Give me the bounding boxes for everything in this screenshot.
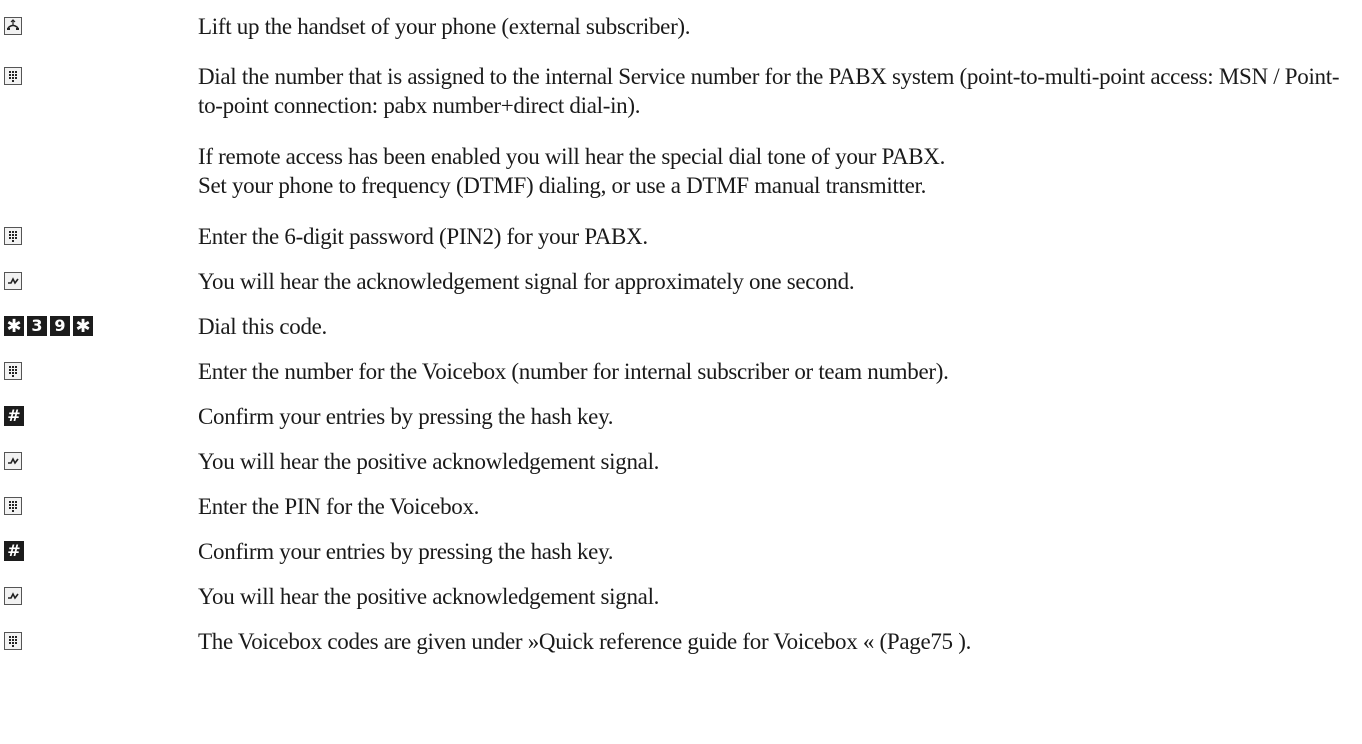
star-key-icon: ✱ [4,316,24,337]
step-icon-cell [4,222,22,250]
keypad-icon [4,362,22,380]
step-text-line: If remote access has been enabled you wi… [198,144,946,169]
step-text: The Voicebox codes are given under »Quic… [198,629,972,654]
code-keys: ✱ 3 9 ✱ [4,312,93,340]
acknowledgement-signal-icon [4,452,22,470]
acknowledgement-signal-icon [4,272,22,290]
step-text: You will hear the acknowledgement signal… [198,269,855,294]
step-icon-cell [4,267,22,295]
step-text: You will hear the positive acknowledgeme… [198,449,660,474]
step-text: Dial the number that is assigned to the … [198,64,1340,118]
step-icon-cell: # [4,537,24,565]
keypad-icon [4,632,22,650]
step-icon-cell [4,582,22,610]
handset-icon [4,17,22,35]
step-icon-cell [4,447,22,475]
step-icon-cell: # [4,402,24,430]
step-text: Confirm your entries by pressing the has… [198,539,614,564]
step-icon-cell [4,62,22,90]
step-text: Confirm your entries by pressing the has… [198,404,614,429]
step-text: Enter the number for the Voicebox (numbe… [198,359,949,384]
step-text: You will hear the positive acknowledgeme… [198,584,660,609]
instruction-page: Lift up the handset of your phone (exter… [0,0,1362,744]
step-text: Lift up the handset of your phone (exter… [198,14,691,39]
step-text-line: Set your phone to frequency (DTMF) diali… [198,173,927,198]
step-text-block: If remote access has been enabled you wi… [198,142,1348,200]
step-icon-cell [4,627,22,655]
acknowledgement-signal-icon [4,587,22,605]
keypad-icon [4,497,22,515]
keypad-icon [4,227,22,245]
digit-key: 3 [27,316,47,336]
step-text: Enter the PIN for the Voicebox. [198,494,480,519]
hash-key-icon: # [4,541,24,561]
step-icon-cell [4,12,22,40]
step-text: Enter the 6-digit password (PIN2) for yo… [198,224,648,249]
step-icon-cell [4,357,22,385]
digit-key: 9 [50,316,70,336]
step-icon-cell [4,492,22,520]
step-text: Dial this code. [198,314,327,339]
star-key-icon: ✱ [73,316,93,337]
hash-key-icon: # [4,406,24,426]
keypad-icon [4,67,22,85]
